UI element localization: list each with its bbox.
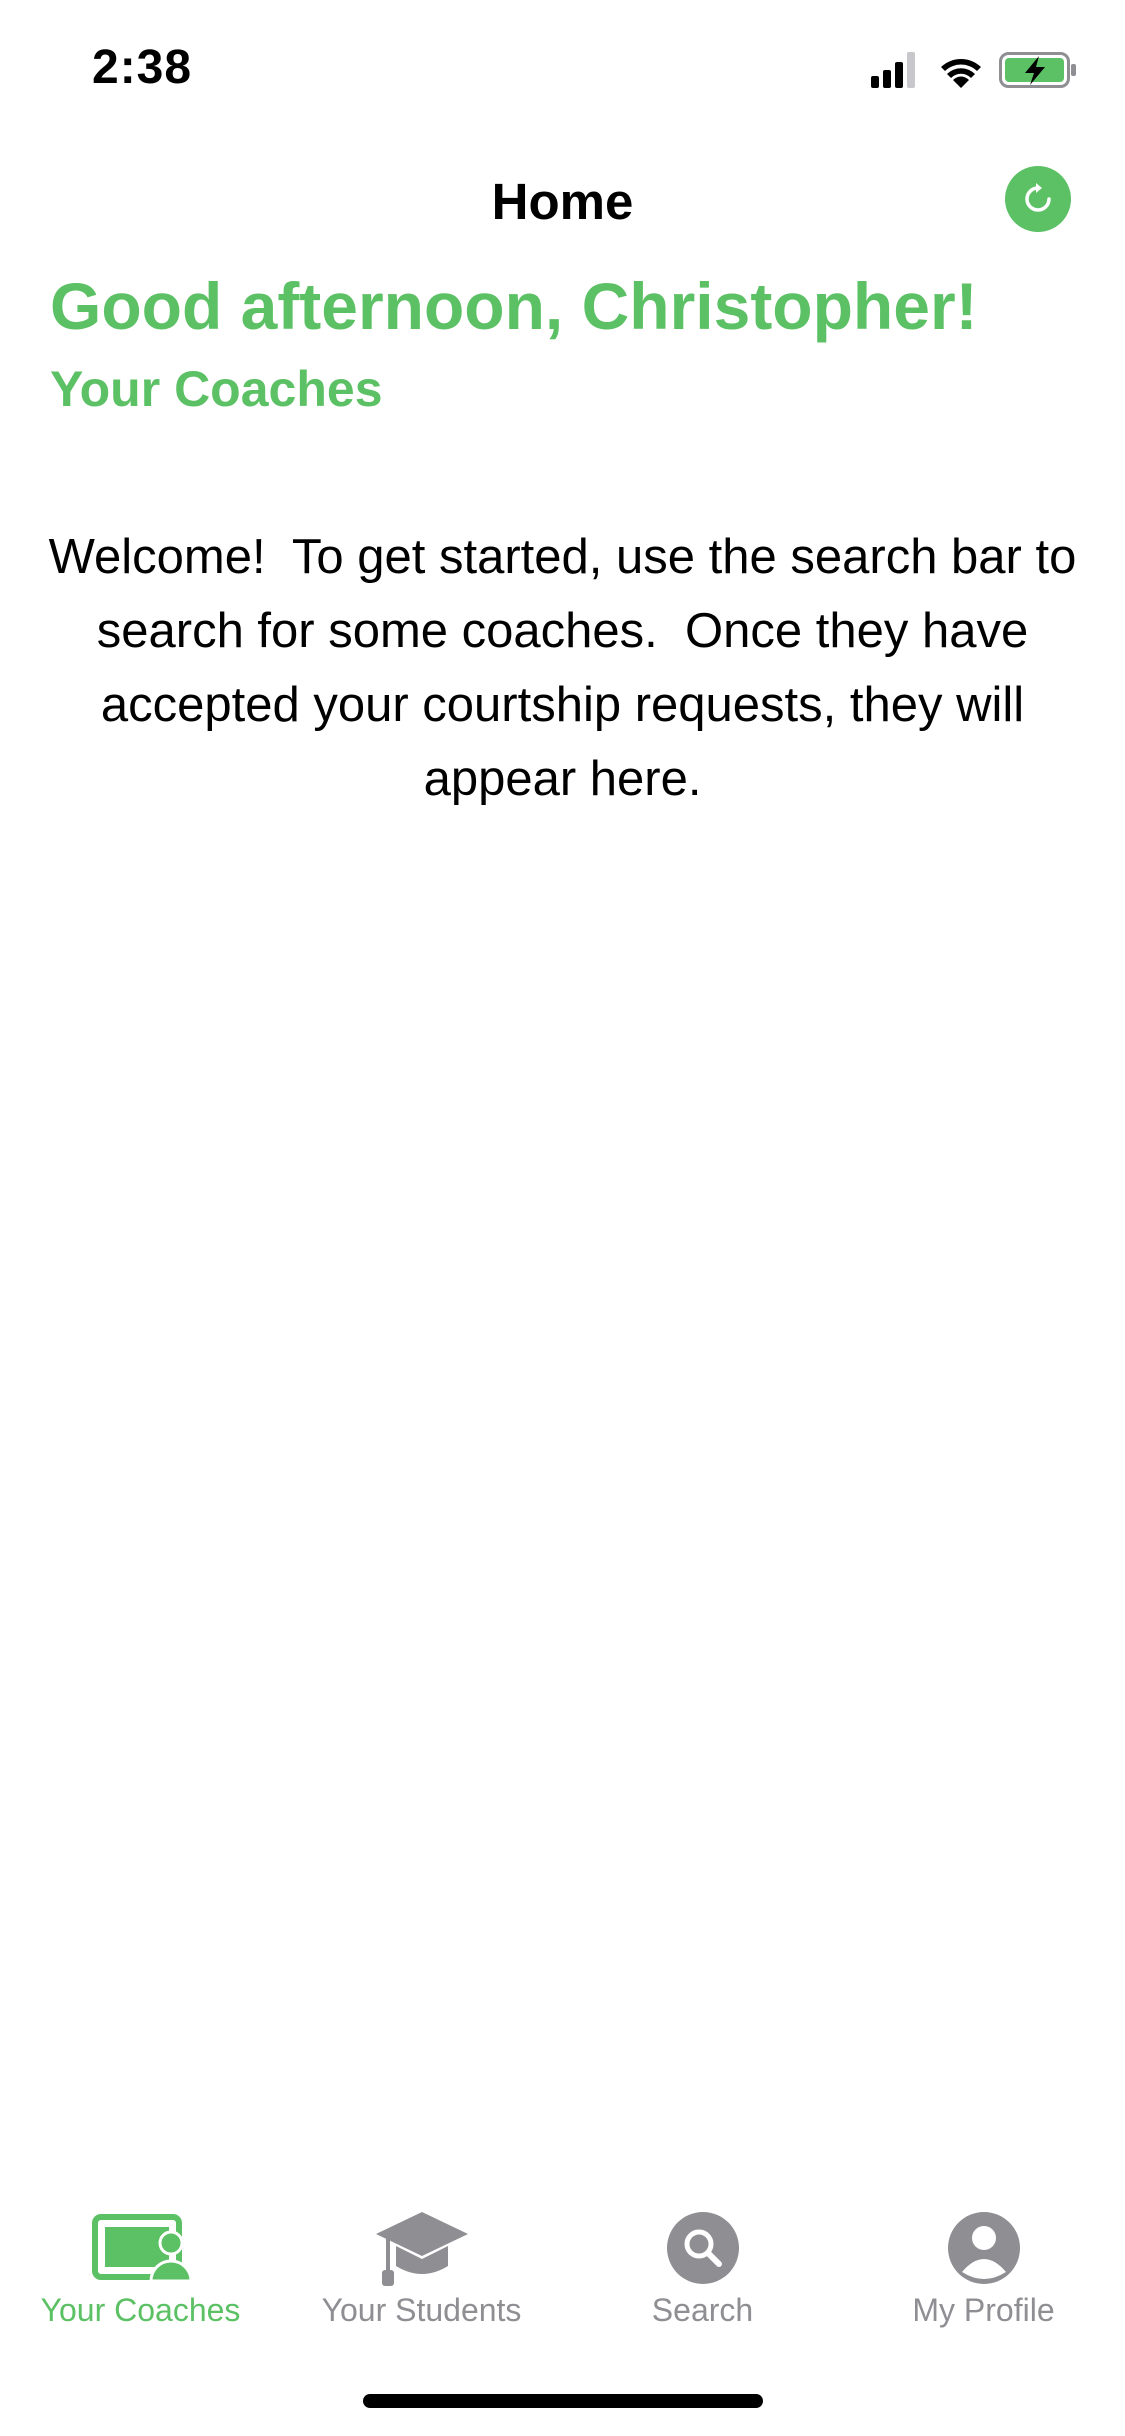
graduation-cap-icon [375,2212,468,2286]
welcome-message: Welcome! To get started, use the search … [48,530,1090,806]
home-indicator[interactable] [363,2394,763,2408]
status-time: 2:38 [92,41,193,94]
tab-label: Your Students [321,2292,522,2328]
section-title: Your Coaches [50,361,383,417]
tab-label: Your Coaches [40,2292,241,2328]
profile-icon [947,2212,1020,2284]
tab-your-coaches[interactable]: Your Coaches [0,2190,281,2350]
tab-my-profile[interactable]: My Profile [843,2190,1124,2350]
coach-board-icon [91,2214,191,2283]
greeting-heading: Good afternoon, Christopher! [50,269,978,343]
search-icon [666,2212,739,2284]
signal-icon [871,52,915,88]
status-bar: 2:38 [0,0,1125,140]
refresh-icon [1025,183,1051,212]
tab-your-students[interactable]: Your Students [281,2190,562,2350]
tab-label: My Profile [912,2292,1055,2328]
tab-bar: Your Coaches Your Students Search My Pro… [0,2190,1125,2350]
status-icons-svg [871,52,1076,88]
status-icons [865,48,1085,92]
tab-label: Search [651,2292,754,2328]
wifi-icon [941,59,981,88]
tab-search[interactable]: Search [562,2190,843,2350]
page-title: Home [491,173,634,230]
battery-charging-icon [999,52,1076,88]
nav-bar: Home [0,150,1125,250]
refresh-button[interactable] [1005,166,1071,232]
